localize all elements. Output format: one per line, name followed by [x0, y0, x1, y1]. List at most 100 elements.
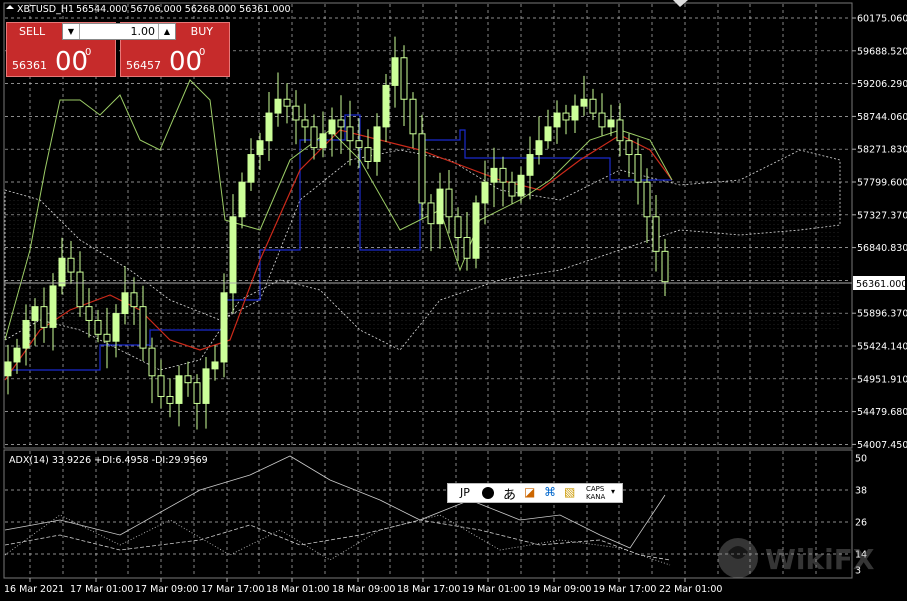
adx-axis-label: 38: [855, 486, 867, 497]
candle-body: [22, 319, 30, 349]
candle-body: [454, 216, 462, 239]
time-label: 18 Mar 09:00: [332, 584, 395, 595]
candle-body: [481, 181, 489, 204]
kijun-line: [5, 114, 672, 371]
candle-body: [499, 167, 507, 183]
ime-tools-icon[interactable]: ▧: [564, 485, 575, 499]
candle-body: [4, 361, 12, 377]
candle-body: [373, 126, 381, 162]
candle-body: [229, 216, 237, 294]
candle-body: [571, 105, 579, 121]
price-label: 55896.370: [857, 309, 907, 320]
candle-body: [643, 181, 651, 218]
ime-input-mode-icon[interactable]: [482, 487, 494, 499]
time-label: 19 Mar 01:00: [462, 584, 525, 595]
candle-body: [31, 306, 39, 321]
ime-hiragana[interactable]: あ: [503, 484, 516, 503]
candle-body: [508, 181, 516, 197]
lot-increase-icon[interactable]: ▲: [158, 24, 175, 39]
candle-body: [562, 112, 570, 121]
chart-grid: [5, 4, 851, 577]
candle-body: [382, 84, 390, 128]
candle-body: [301, 119, 309, 128]
svg-text:WikiFX: WikiFX: [765, 543, 875, 576]
ime-mode-jp[interactable]: JP: [460, 486, 470, 499]
time-axis: 16 Mar 2021 17 Mar 01:00 17 Mar 09:00 17 Ma…: [4, 578, 722, 595]
price-label: 54951.910: [857, 374, 907, 385]
candle-body: [526, 154, 534, 176]
candle-body: [256, 140, 264, 156]
candle-body: [517, 174, 525, 197]
candle-body: [553, 112, 561, 128]
candle-body: [400, 57, 408, 100]
candle-body: [175, 375, 183, 404]
candle-body: [184, 375, 192, 384]
candle-body: [220, 292, 228, 363]
time-label: 19 Mar 09:00: [528, 584, 591, 595]
candle-body: [292, 105, 300, 121]
ime-options-chevron-icon[interactable]: ▾: [611, 487, 615, 496]
candle-body: [535, 140, 543, 156]
lot-size-stepper[interactable]: ▼ 1.00 ▲: [62, 23, 176, 40]
buy-price-sup: 0: [199, 47, 206, 58]
ime-caps-kana: CAPS KANA: [586, 485, 606, 501]
candle-body: [472, 202, 480, 259]
candle-body: [364, 147, 372, 162]
adx-axis-label: 50: [855, 454, 867, 465]
time-label: 19 Mar 17:00: [593, 584, 656, 595]
candle-body: [112, 313, 120, 342]
candle-body: [490, 167, 498, 183]
ime-pad-icon[interactable]: ◪: [524, 485, 535, 499]
buy-price-big: 00: [169, 47, 203, 77]
candle-body: [76, 271, 84, 308]
candle-body: [436, 188, 444, 225]
candle-body: [130, 292, 138, 308]
price-label: 58744.060: [857, 112, 907, 123]
candle-body: [193, 382, 201, 404]
candle-body: [67, 257, 75, 273]
candle-body: [13, 347, 21, 363]
lot-decrease-icon[interactable]: ▼: [63, 24, 80, 39]
ime-toolbar[interactable]: JP あ ◪ ⌘ ▧ CAPS KANA ▾: [447, 483, 623, 503]
time-label: 18 Mar 17:00: [397, 584, 460, 595]
candle-body: [238, 181, 246, 218]
price-label: 60175.060: [857, 14, 907, 25]
collapse-triangle-icon[interactable]: [6, 5, 14, 9]
lot-size-value[interactable]: 1.00: [131, 25, 156, 38]
watermark-logo: WikiFX: [718, 538, 875, 578]
chart-canvas[interactable]: 60175.060 59688.520 59206.290 58744.060 5827…: [0, 0, 907, 601]
ime-dictionary-icon[interactable]: ⌘: [544, 485, 556, 499]
candle-body: [211, 361, 219, 370]
time-label: 18 Mar 01:00: [266, 584, 329, 595]
candle-body: [328, 119, 336, 135]
candle-body: [355, 140, 363, 149]
candle-body: [445, 188, 453, 218]
candle-body: [652, 216, 660, 252]
price-label: 55424.140: [857, 342, 907, 353]
candle-body: [58, 257, 66, 287]
price-label: 58271.830: [857, 145, 907, 156]
price-label: 56840.830: [857, 243, 907, 254]
candle-body: [103, 333, 111, 342]
candle-body: [661, 250, 669, 283]
time-label: 22 Mar 01:00: [659, 584, 722, 595]
candle-body: [40, 306, 48, 328]
candle-body: [589, 98, 597, 114]
time-label: 17 Mar 01:00: [70, 584, 133, 595]
candle-body: [319, 133, 327, 149]
time-label: 17 Mar 09:00: [135, 584, 198, 595]
one-click-trade-panel: SELL 56361 00 0 BUY 56457 00 0 ▼ 1.00 ▲: [6, 22, 230, 77]
candle-body: [607, 119, 615, 128]
candle-body: [580, 98, 588, 107]
adx-lines: [4, 455, 671, 566]
minus-di-line: [4, 514, 671, 566]
sell-price-sup: 0: [85, 47, 92, 58]
candle-body: [616, 119, 624, 142]
candle-body: [121, 292, 129, 315]
buy-price-prefix: 56457: [126, 59, 161, 72]
symbol-timeframe: XBTUSD_H1: [17, 4, 74, 15]
ohlc-readout: 56544.000 56706.000 56268.000 56361.000: [76, 4, 291, 15]
candle-body: [166, 396, 174, 404]
current-price-tag-text: 56361.000: [856, 279, 907, 290]
candle-body: [157, 375, 165, 398]
